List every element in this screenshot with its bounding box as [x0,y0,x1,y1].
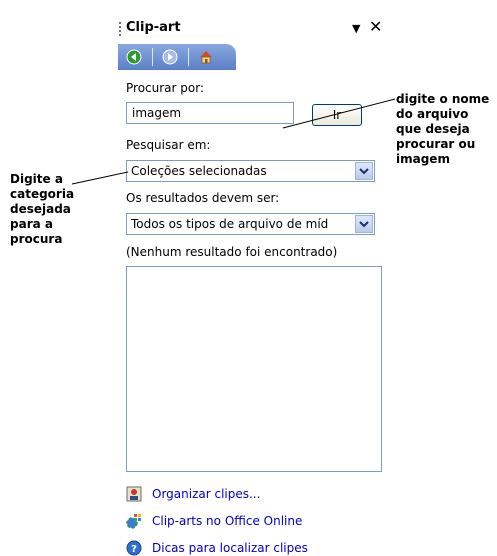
annotation-line: que deseja [396,122,470,136]
annotation-line: desejada [10,202,71,216]
organize-clips-link[interactable]: Organizar clipes... [152,487,260,501]
search-for-label: Procurar por: [126,81,204,95]
search-in-select[interactable]: Coleções selecionadas [126,160,375,182]
organize-clips-icon[interactable] [126,486,142,502]
results-status: (Nenhum resultado foi encontrado) [126,245,338,259]
search-input[interactable]: imagem [126,102,294,124]
office-online-link[interactable]: Clip-arts no Office Online [152,514,302,528]
annotation-line: procura [10,232,63,246]
nav-separator [152,48,153,66]
task-pane-titlebar: Clip-art ▼ ✕ [116,16,386,42]
annotation-line: digite o nome [396,92,490,106]
pane-menu-arrow-icon[interactable]: ▼ [352,22,360,35]
results-type-label: Os resultados devem ser: [126,191,280,205]
close-icon[interactable]: ✕ [369,18,382,36]
help-tips-link[interactable]: Dicas para localizar clipes [152,541,308,555]
annotation-line: categoria [10,187,75,201]
results-type-select[interactable]: Todos os tipos de arquivo de míd [126,213,375,235]
search-in-value: Coleções selecionadas [131,164,267,178]
go-button[interactable]: Ir [312,104,362,126]
forward-icon[interactable] [162,49,178,65]
pane-title: Clip-art [126,20,181,35]
annotation-line: imagem [396,152,450,166]
home-icon[interactable] [198,49,214,65]
search-in-label: Pesquisar em: [126,138,211,152]
annotation-line: do arquivo [396,107,469,121]
results-type-value: Todos os tipos de arquivo de míd [131,217,329,231]
annotation-line: procurar ou [396,137,476,151]
back-icon[interactable] [126,49,142,65]
results-list[interactable] [126,266,382,472]
annotation-right: digite o nome do arquivo que deseja proc… [396,92,489,167]
annotation-line: para a [10,217,53,231]
clipart-task-pane: Clip-art ▼ ✕ Procurar por: imagem Ir Pes… [116,16,386,556]
navigation-bar [118,44,236,70]
chevron-down-icon[interactable] [355,215,373,233]
annotation-line: Digite a [10,172,63,186]
office-online-icon[interactable] [126,513,142,529]
annotation-left: Digite a categoria desejada para a procu… [10,172,74,247]
chevron-down-icon[interactable] [355,162,373,180]
svg-text:?: ? [131,544,137,555]
help-icon[interactable]: ? [126,540,142,556]
nav-separator [188,48,189,66]
drag-grip-icon[interactable] [119,22,123,36]
